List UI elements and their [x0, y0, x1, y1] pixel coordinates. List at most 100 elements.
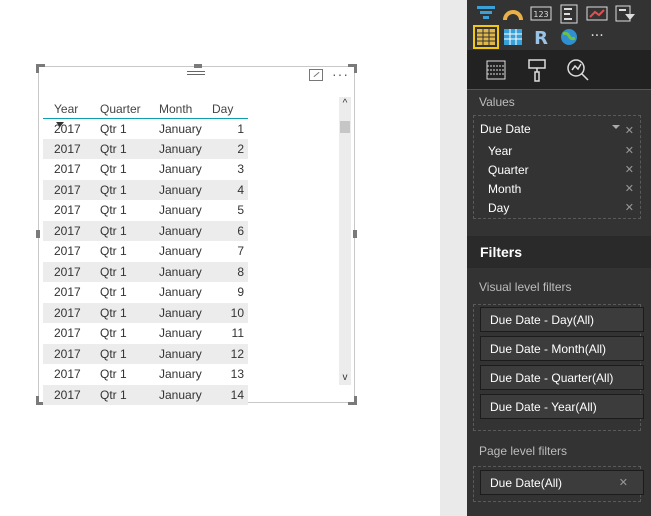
resize-handle-left[interactable]: [36, 230, 40, 238]
remove-field-icon[interactable]: ✕: [625, 124, 634, 137]
remove-filter-icon[interactable]: ✕: [619, 476, 628, 489]
cell-quarter: Qtr 1: [100, 285, 127, 300]
vertical-scrollbar[interactable]: ^ v: [339, 97, 351, 385]
table-row[interactable]: 2017 Qtr 1 January 10: [43, 302, 248, 323]
matrix-icon[interactable]: [502, 27, 524, 47]
table-row[interactable]: 2017 Qtr 1 January 4: [43, 179, 248, 200]
values-field-year[interactable]: Year: [488, 144, 512, 158]
table-row[interactable]: 2017 Qtr 1 January 1: [43, 118, 248, 139]
column-header-month[interactable]: Month: [155, 93, 212, 119]
remove-field-icon[interactable]: ✕: [625, 163, 634, 176]
analytics-tab-icon[interactable]: [563, 56, 591, 84]
values-field-day[interactable]: Day: [488, 201, 509, 215]
cell-quarter: Qtr 1: [100, 121, 127, 136]
more-visuals-icon[interactable]: ···: [586, 27, 608, 47]
chevron-down-icon[interactable]: [612, 125, 620, 129]
cell-day: 2: [212, 138, 248, 159]
table-row[interactable]: 2017 Qtr 1 January 7: [43, 241, 248, 262]
table-row[interactable]: 2017 Qtr 1 January 2: [43, 138, 248, 159]
filter-card-year[interactable]: Due Date - Year(All): [480, 394, 644, 419]
remove-field-icon[interactable]: ✕: [625, 182, 634, 195]
cell-quarter: Qtr 1: [100, 367, 127, 382]
slicer-icon[interactable]: [614, 4, 636, 24]
cell-day: 12: [212, 343, 248, 364]
cell-year: 2017: [43, 179, 95, 200]
values-well[interactable]: Due Date ✕ Year ✕ Quarter ✕ Month ✕ Day …: [473, 115, 641, 219]
focus-mode-icon[interactable]: [309, 69, 323, 81]
multi-row-card-icon[interactable]: [558, 4, 580, 24]
filter-card-quarter[interactable]: Due Date - Quarter(All): [480, 365, 644, 390]
cell-month: January: [155, 138, 212, 159]
header-row: Year Quarter Month Day: [43, 93, 248, 127]
cell-day: 7: [237, 244, 244, 259]
values-field-root[interactable]: Due Date: [480, 122, 531, 136]
column-header-quarter[interactable]: Quarter: [95, 93, 155, 119]
scroll-thumb[interactable]: [340, 121, 350, 133]
drag-grip-icon[interactable]: [187, 69, 205, 79]
matrix-visual[interactable]: ··· Year Quarter Month Day 2017 Qtr 1 Janu…: [36, 64, 357, 405]
table-row[interactable]: 2017 Qtr 1 January 11: [43, 323, 248, 344]
cell-year: 2017: [54, 244, 81, 259]
globe-icon[interactable]: [558, 27, 580, 47]
resize-handle-top-left[interactable]: [36, 64, 45, 73]
table-row[interactable]: 2017 Qtr 1 January 3: [43, 159, 248, 180]
filter-card-month[interactable]: Due Date - Month(All): [480, 336, 644, 361]
cell-quarter: Qtr 1: [100, 244, 127, 259]
cell-quarter: Qtr 1: [100, 326, 127, 341]
cell-quarter: Qtr 1: [95, 343, 155, 364]
cell-day: 3: [237, 162, 244, 177]
table-row[interactable]: 2017 Qtr 1 January 6: [43, 220, 248, 241]
remove-field-icon[interactable]: ✕: [625, 201, 634, 214]
more-options-icon[interactable]: ···: [332, 66, 349, 82]
resize-handle-right[interactable]: [353, 230, 357, 238]
table-row[interactable]: 2017 Qtr 1 January 14: [43, 384, 248, 405]
cell-day: 13: [230, 367, 244, 382]
filter-card-day[interactable]: Due Date - Day(All): [480, 307, 644, 332]
gauge-icon[interactable]: [502, 4, 524, 24]
scroll-up-icon[interactable]: ^: [339, 97, 351, 111]
resize-handle-top[interactable]: [194, 64, 202, 68]
table-icon[interactable]: [473, 25, 499, 49]
cell-year: 2017: [43, 261, 95, 282]
canvas-gutter: [440, 0, 467, 516]
cell-day: 9: [237, 285, 244, 300]
page-filters-well[interactable]: Due Date(All) ✕: [473, 466, 644, 502]
remove-field-icon[interactable]: ✕: [625, 144, 634, 157]
visual-filters-well[interactable]: Due Date - Day(All) Due Date - Month(All…: [473, 304, 644, 431]
table-row[interactable]: 2017 Qtr 1 January 12: [43, 343, 248, 364]
more-glyph: ···: [590, 28, 603, 44]
cell-month: January: [159, 244, 202, 259]
format-tab-icon[interactable]: [523, 56, 551, 84]
cell-year: 2017: [43, 302, 95, 323]
cell-year: 2017: [43, 343, 95, 364]
scroll-down-icon[interactable]: v: [339, 371, 351, 385]
matrix-table: Year Quarter Month Day 2017 Qtr 1 January 1…: [43, 93, 248, 405]
filters-title: Filters: [467, 236, 651, 268]
resize-handle-bottom-right[interactable]: [348, 396, 357, 405]
kpi-icon[interactable]: [586, 4, 608, 24]
column-header-label: Year: [54, 101, 79, 116]
cell-month: January: [155, 384, 212, 405]
column-header-label: Quarter: [100, 101, 141, 116]
funnel-chart-icon[interactable]: [475, 4, 497, 24]
values-field-month[interactable]: Month: [488, 182, 521, 196]
table-row[interactable]: 2017 Qtr 1 January 8: [43, 261, 248, 282]
table-row[interactable]: 2017 Qtr 1 January 13: [43, 364, 248, 385]
resize-handle-top-right[interactable]: [348, 64, 357, 73]
r-visual-icon[interactable]: R: [530, 27, 552, 47]
cell-month: January: [155, 302, 212, 323]
fields-tab-icon[interactable]: [482, 56, 510, 84]
values-field-quarter[interactable]: Quarter: [488, 163, 529, 177]
column-header-day[interactable]: Day: [212, 93, 248, 119]
visualizations-pane: 123 R ··· Values Due Date ✕ Year ✕ Quart…: [467, 0, 651, 516]
card-icon[interactable]: 123: [530, 4, 552, 24]
cell-quarter: Qtr 1: [95, 138, 155, 159]
cell-year: 2017: [54, 285, 81, 300]
column-header-year[interactable]: Year: [43, 93, 95, 127]
cell-month: January: [155, 343, 212, 364]
cell-quarter: Qtr 1: [95, 261, 155, 282]
table-row[interactable]: 2017 Qtr 1 January 9: [43, 282, 248, 303]
cell-year: 2017: [54, 367, 81, 382]
table-row[interactable]: 2017 Qtr 1 January 5: [43, 200, 248, 221]
cell-month: January: [159, 326, 202, 341]
